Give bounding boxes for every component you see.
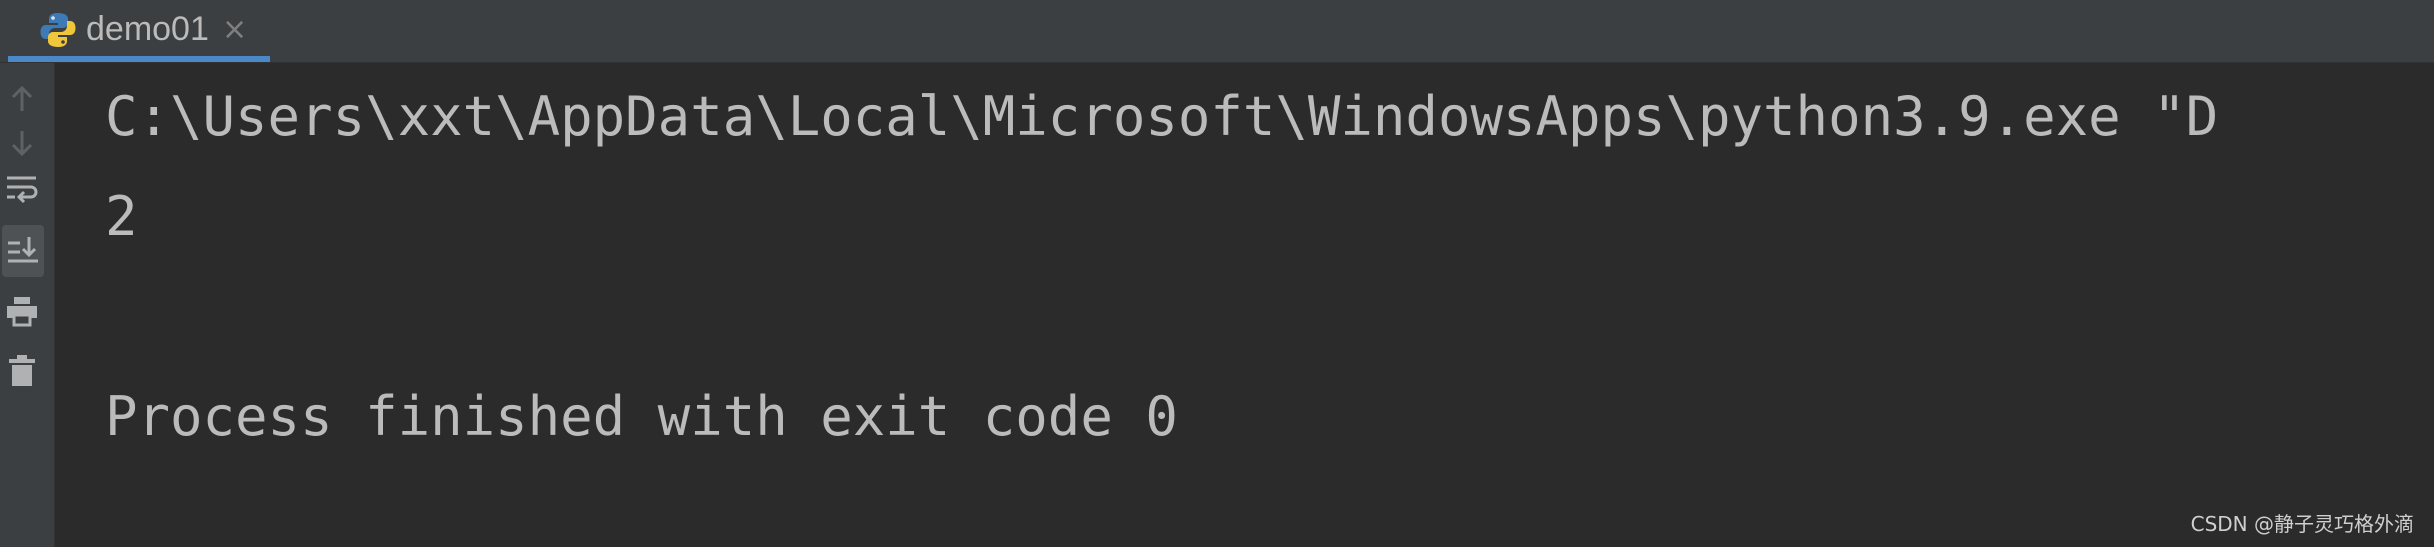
console-toolbar xyxy=(0,63,55,547)
soft-wrap-icon xyxy=(7,176,38,204)
up-arrow-icon xyxy=(11,85,33,111)
watermark: CSDN @静子灵巧格外滴 xyxy=(2190,512,2414,536)
tab-active-indicator xyxy=(8,56,270,62)
trash-icon xyxy=(9,355,35,386)
print-icon xyxy=(7,297,37,327)
scroll-down-button[interactable] xyxy=(0,117,44,169)
print-button[interactable] xyxy=(0,285,44,337)
scroll-to-end-icon xyxy=(8,237,38,263)
scroll-to-end-button[interactable] xyxy=(2,225,44,277)
tab-title: demo01 xyxy=(86,10,209,48)
soft-wrap-button[interactable] xyxy=(0,163,44,215)
console-output[interactable]: C:\Users\xxt\AppData\Local\Microsoft\Win… xyxy=(55,63,2434,547)
python-icon xyxy=(40,13,76,47)
console-line-output: 2 xyxy=(105,185,138,248)
clear-button[interactable] xyxy=(0,345,44,397)
down-arrow-icon xyxy=(11,131,33,157)
console-line-exit: Process finished with exit code 0 xyxy=(105,385,1178,448)
tab-bar: demo01 × xyxy=(0,0,2434,63)
console-line-command: C:\Users\xxt\AppData\Local\Microsoft\Win… xyxy=(105,85,2219,148)
close-icon[interactable]: × xyxy=(222,12,247,48)
tab-demo01[interactable]: demo01 × xyxy=(8,0,270,62)
